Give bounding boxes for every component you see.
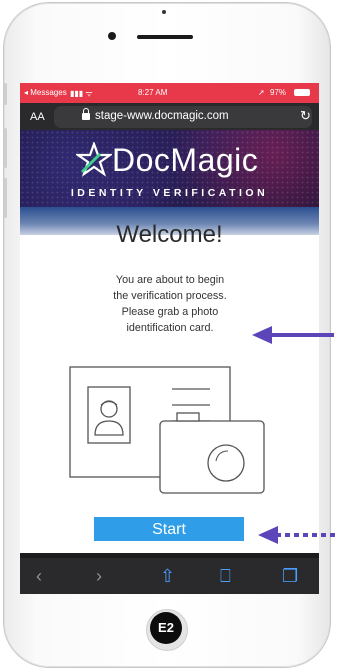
reload-icon[interactable]: ↻	[300, 108, 311, 124]
pointer-arrow-dotted	[258, 526, 336, 544]
mute-switch	[4, 83, 7, 105]
brand-tagline: IDENTITY VERIFICATION	[70, 187, 269, 199]
docmagic-star-icon	[76, 142, 112, 177]
bookmarks-icon[interactable]: ⎕	[220, 566, 231, 587]
back-icon[interactable]: ‹	[36, 566, 42, 587]
brand-name: DocMagic	[112, 142, 259, 178]
page-title: Welcome!	[116, 221, 223, 248]
text-size-button[interactable]: AA	[30, 111, 45, 123]
instructions-line: identification card.	[126, 322, 214, 334]
url-text[interactable]: stage-www.docmagic.com	[95, 110, 229, 122]
share-icon[interactable]: ⇧	[160, 566, 175, 587]
instructions-line: Please grab a photo	[121, 306, 219, 318]
forward-icon[interactable]: ›	[96, 566, 102, 587]
battery-percent: 97%	[270, 88, 287, 97]
back-to-messages[interactable]: ◂ Messages	[24, 88, 67, 97]
instructions-line: You are about to begin	[115, 274, 225, 286]
address-bar: AA stage-www.docmagic.com ↻	[20, 103, 319, 130]
status-bar: ◂ Messages ▮▮▮ ᯤ 8:27 AM ➚ 97%	[20, 83, 319, 103]
start-button[interactable]: Start	[94, 517, 244, 541]
brand-header: DocMagic IDENTITY VERIFICATION	[20, 130, 319, 207]
lock-icon	[82, 108, 90, 120]
step-badge: E2	[150, 612, 182, 644]
pointer-arrow-solid	[252, 326, 334, 344]
instructions-text: You are about to begin the verification …	[80, 272, 260, 336]
earpiece-speaker	[137, 35, 193, 39]
location-icon: ➚	[258, 88, 265, 97]
signal-icon: ▮▮▮ ᯤ	[70, 89, 93, 98]
battery-icon	[294, 89, 310, 96]
clock: 8:27 AM	[138, 88, 168, 97]
volume-up-button	[4, 128, 7, 168]
id-card-camera-illustration	[69, 366, 265, 494]
volume-down-button	[4, 178, 7, 218]
front-camera	[108, 32, 116, 40]
sensor-dot	[162, 10, 166, 14]
tabs-icon[interactable]: ❐	[282, 566, 298, 587]
welcome-panel: Welcome! You are about to begin the veri…	[20, 221, 319, 553]
instructions-line: the verification process.	[113, 290, 227, 302]
safari-toolbar: ‹ › ⇧ ⎕ ❐	[20, 558, 319, 594]
